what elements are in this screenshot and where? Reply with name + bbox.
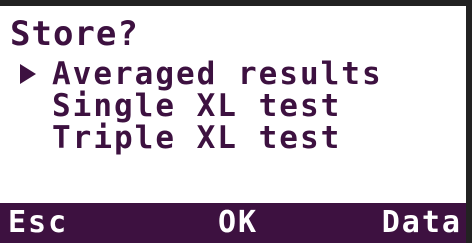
esc-softkey[interactable]: Esc <box>8 203 68 243</box>
menu-item-label: Averaged results <box>52 56 383 92</box>
menu-item-single-xl-test[interactable]: Single XL test <box>20 90 383 122</box>
menu-item-label: Single XL test <box>52 88 342 124</box>
softkey-bar: Esc OK Data <box>0 203 466 243</box>
prompt-title: Store? <box>10 14 139 54</box>
menu-item-triple-xl-test[interactable]: Triple XL test <box>20 122 383 154</box>
menu-item-averaged-results[interactable]: Averaged results <box>20 58 383 90</box>
selection-cursor-icon <box>20 64 36 84</box>
ok-softkey[interactable]: OK <box>218 203 258 243</box>
store-option-menu: Averaged results Single XL test Triple X… <box>20 58 383 154</box>
device-screen: Store? Averaged results Single XL test T… <box>0 0 472 243</box>
data-softkey[interactable]: Data <box>382 203 462 243</box>
menu-item-label: Triple XL test <box>52 120 342 156</box>
